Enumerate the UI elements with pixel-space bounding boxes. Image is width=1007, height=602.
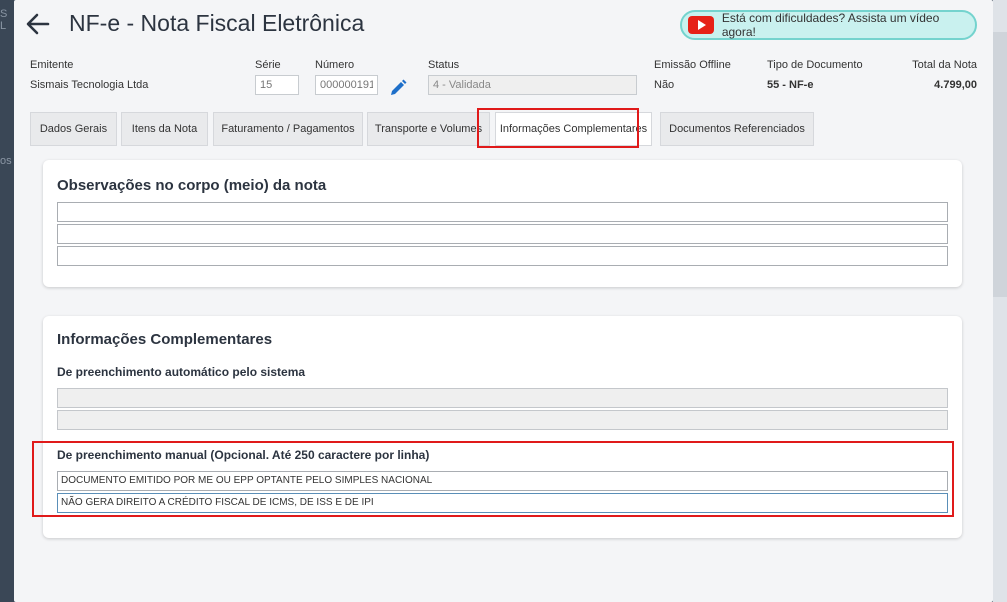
numero-label: Número <box>315 59 355 71</box>
background-fragment: os <box>0 155 12 167</box>
tipo-documento-value: 55 - NF-e <box>767 79 814 91</box>
auto-line-2 <box>57 410 948 430</box>
background-panel-left: S L os <box>0 0 14 602</box>
numero-input[interactable] <box>315 75 378 95</box>
status-label: Status <box>428 59 460 71</box>
help-video-label: Está com dificuldades? Assista um vídeo … <box>721 11 940 39</box>
tipo-documento-label: Tipo de Documento <box>767 59 863 71</box>
tab-itens-da-nota[interactable]: Itens da Nota <box>121 112 208 146</box>
edit-pencil-icon[interactable] <box>388 78 408 98</box>
status-input <box>428 75 637 95</box>
meta-total: Total da Nota 4.799,00 <box>912 59 977 91</box>
total-label: Total da Nota <box>912 59 977 71</box>
auto-line-1 <box>57 388 948 408</box>
info-complementares-title: Informações Complementares <box>57 331 273 348</box>
background-strip <box>993 32 1007 297</box>
emitente-label: Emitente <box>30 59 74 71</box>
tab-highlight-box <box>477 108 639 148</box>
background-fragment: S L <box>0 8 8 32</box>
total-value: 4.799,00 <box>934 79 977 91</box>
observacoes-title: Observações no corpo (meio) da nota <box>57 177 327 194</box>
emissao-offline-value: Não <box>654 79 675 91</box>
youtube-icon <box>688 16 714 34</box>
observacao-line-1[interactable] <box>57 202 948 222</box>
observacao-line-3[interactable] <box>57 246 948 266</box>
emissao-offline-label: Emissão Offline <box>654 59 731 71</box>
meta-serie: Série <box>255 59 299 95</box>
page-title: NF-e - Nota Fiscal Eletrônica <box>69 10 365 36</box>
serie-label: Série <box>255 59 281 71</box>
auto-fill-subtitle: De preenchimento automático pelo sistema <box>57 365 306 379</box>
help-video-button[interactable]: Está com dificuldades? Assista um vídeo … <box>680 10 977 40</box>
observacao-line-2[interactable] <box>57 224 948 244</box>
emitente-value: Sismais Tecnologia Ltda <box>30 79 149 91</box>
meta-status: Status <box>428 59 637 95</box>
tab-transporte[interactable]: Transporte e Volumes <box>367 112 490 146</box>
serie-input[interactable] <box>255 75 299 95</box>
meta-emissao-offline: Emissão Offline Não <box>654 59 731 91</box>
background-panel-right <box>993 0 1007 602</box>
tab-faturamento[interactable]: Faturamento / Pagamentos <box>213 112 363 146</box>
back-arrow-icon[interactable] <box>24 9 52 39</box>
tab-dados-gerais[interactable]: Dados Gerais <box>30 112 117 146</box>
meta-numero: Número <box>315 59 378 95</box>
modal-header: NF-e - Nota Fiscal Eletrônica Está com d… <box>14 0 993 50</box>
tab-documentos-referenciados[interactable]: Documentos Referenciados <box>660 112 814 146</box>
meta-tipo-documento: Tipo de Documento 55 - NF-e <box>767 59 863 91</box>
meta-emitente: Emitente Sismais Tecnologia Ltda <box>30 59 148 91</box>
manual-highlight-box <box>32 441 954 517</box>
observacoes-card: Observações no corpo (meio) da nota <box>43 160 962 287</box>
